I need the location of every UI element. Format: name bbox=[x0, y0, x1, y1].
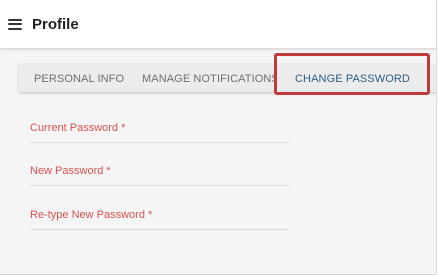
active-tab-highlight bbox=[274, 53, 430, 95]
retype-password-field[interactable]: Re-type New Password * bbox=[30, 207, 289, 230]
retype-password-input[interactable] bbox=[30, 216, 289, 228]
new-password-field[interactable]: New Password * bbox=[30, 163, 289, 186]
tab-manage-notifications[interactable]: MANAGE NOTIFICATIONS bbox=[142, 73, 274, 85]
new-password-input[interactable] bbox=[30, 172, 289, 184]
current-password-input[interactable] bbox=[30, 129, 289, 141]
current-password-field[interactable]: Current Password * bbox=[30, 120, 289, 143]
app-frame: Profile PERSONAL INFO MANAGE NOTIFICATIO… bbox=[0, 0, 437, 275]
page-title: Profile bbox=[32, 15, 79, 33]
app-bar: Profile bbox=[0, 0, 436, 48]
tab-personal-info[interactable]: PERSONAL INFO bbox=[34, 73, 124, 85]
hamburger-menu-icon[interactable] bbox=[8, 18, 22, 30]
